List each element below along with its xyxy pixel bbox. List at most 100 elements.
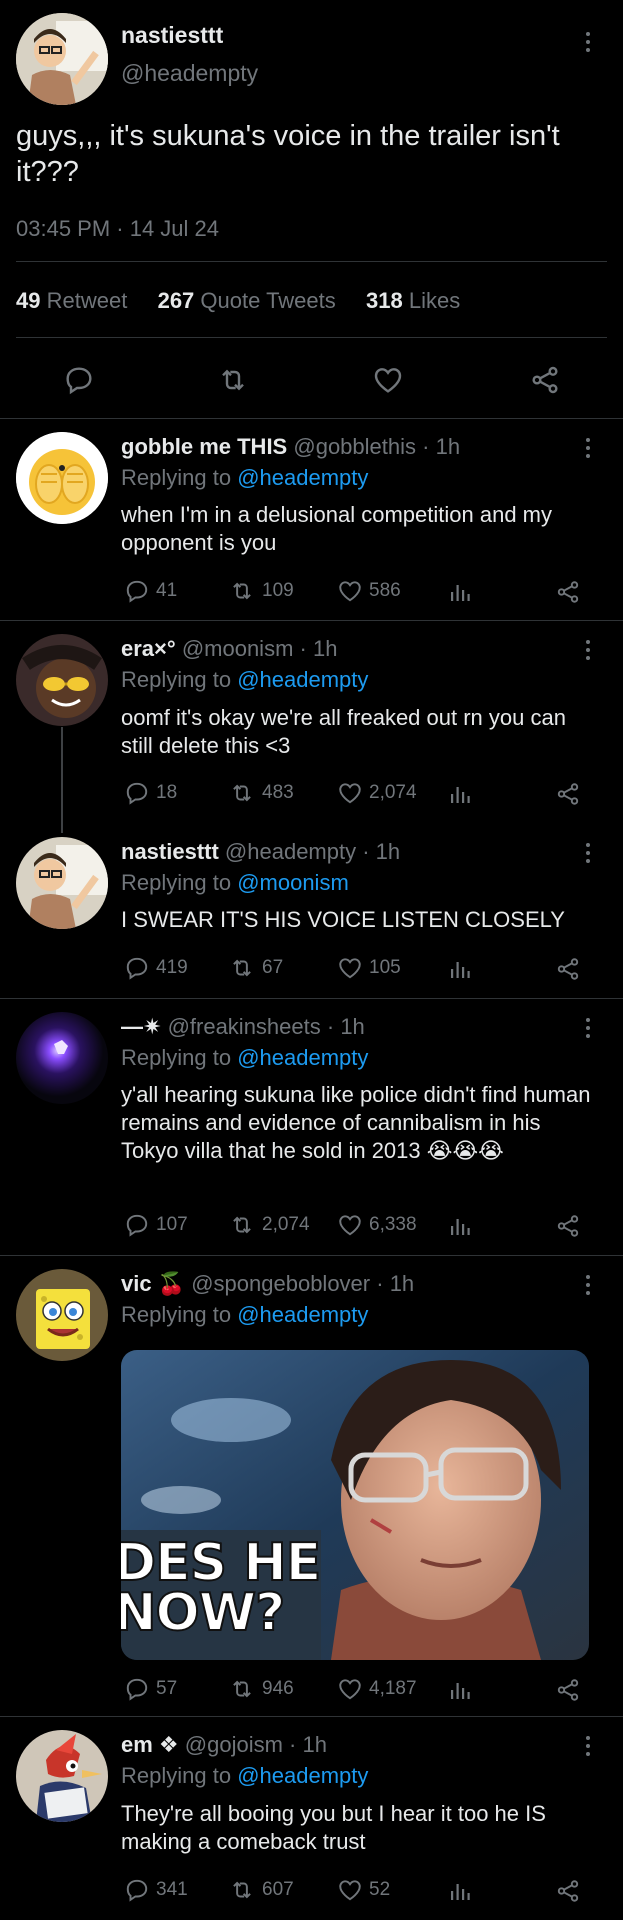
reply-display-name[interactable]: em ❖: [121, 1732, 179, 1757]
share-icon[interactable]: [529, 364, 561, 396]
retweet-count: 2,074: [262, 1214, 310, 1235]
media-caption-line1: DES HE: [121, 1533, 322, 1593]
heart-icon[interactable]: [372, 364, 404, 396]
analytics-icon[interactable]: [447, 580, 473, 604]
reply-time: · 1h: [362, 839, 401, 864]
replying-prefix: Replying to: [121, 667, 238, 692]
more-icon[interactable]: [584, 1736, 592, 1760]
heart-icon: [339, 1215, 361, 1236]
reply-handle[interactable]: @gobblethis: [293, 434, 416, 459]
retweet-icon: [233, 582, 251, 600]
retweet-count: 109: [262, 580, 294, 601]
replying-to-link[interactable]: @headempty: [237, 1302, 368, 1327]
like-count: 318: [366, 288, 403, 313]
share-icon[interactable]: [555, 579, 581, 605]
more-icon[interactable]: [584, 438, 592, 462]
like-count: 105: [369, 957, 401, 978]
share-icon[interactable]: [555, 781, 581, 807]
analytics-icon[interactable]: [447, 1214, 473, 1238]
divider: [16, 337, 607, 338]
replying-to-link[interactable]: @headempty: [237, 667, 368, 692]
main-handle[interactable]: @headempty: [121, 60, 258, 87]
reply-display-name[interactable]: era×°: [121, 636, 176, 661]
like-action[interactable]: 586: [337, 578, 401, 604]
avatar-nastiesttt[interactable]: [16, 13, 108, 105]
retweet-action[interactable]: 2,074: [228, 1212, 310, 1238]
more-icon[interactable]: [584, 1018, 592, 1042]
main-display-name[interactable]: nastiesttt: [121, 22, 223, 49]
replying-prefix: Replying to: [121, 1763, 238, 1788]
share-icon[interactable]: [555, 1878, 581, 1904]
divider: [0, 1255, 623, 1256]
reply-count: 419: [156, 957, 188, 978]
quote-stat[interactable]: 267 Quote Tweets: [158, 288, 336, 313]
more-icon[interactable]: [584, 32, 592, 56]
more-icon[interactable]: [584, 1275, 592, 1299]
like-action[interactable]: 52: [337, 1877, 390, 1903]
replying-prefix: Replying to: [121, 1045, 238, 1070]
reply-action[interactable]: 419: [124, 955, 188, 981]
analytics-icon[interactable]: [447, 1678, 473, 1702]
reply-display-name[interactable]: —✷: [121, 1014, 161, 1039]
main-timestamp[interactable]: 03:45 PM · 14 Jul 24: [16, 216, 219, 242]
analytics-icon[interactable]: [447, 1879, 473, 1903]
retweet-action[interactable]: 67: [228, 955, 283, 981]
reply-display-name[interactable]: vic 🍒: [121, 1271, 185, 1296]
avatar-freakinsheets[interactable]: [16, 1012, 108, 1104]
avatar-spongeboblover[interactable]: [16, 1269, 108, 1361]
retweet-action[interactable]: 109: [228, 578, 294, 604]
engagement-stats: 49 Retweet 267 Quote Tweets 318 Likes: [16, 288, 460, 314]
reply-handle[interactable]: @spongeboblover: [191, 1271, 370, 1296]
avatar-gobblethis[interactable]: [16, 432, 108, 524]
like-action[interactable]: 4,187: [337, 1676, 417, 1702]
replying-to-link[interactable]: @headempty: [237, 465, 368, 490]
more-icon[interactable]: [584, 640, 592, 664]
reply-icon[interactable]: [63, 364, 95, 396]
like-action[interactable]: 2,074: [337, 780, 417, 806]
like-action[interactable]: 105: [337, 955, 401, 981]
reply-handle[interactable]: @gojoism: [185, 1732, 283, 1757]
main-tweet-text-line2: it???: [16, 156, 79, 188]
media-image[interactable]: DES HE NOW?: [121, 1350, 589, 1660]
reply-handle[interactable]: @headempty: [225, 839, 356, 864]
reply-action[interactable]: 57: [124, 1676, 177, 1702]
analytics-icon[interactable]: [447, 957, 473, 981]
reply-handle[interactable]: @moonism: [182, 636, 294, 661]
retweet-action[interactable]: 607: [228, 1877, 294, 1903]
divider: [0, 418, 623, 419]
retweet-action[interactable]: 483: [228, 780, 294, 806]
analytics-icon[interactable]: [447, 782, 473, 806]
reply-text: I SWEAR IT'S HIS VOICE LISTEN CLOSELY: [121, 907, 565, 932]
avatar-nastiesttt[interactable]: [16, 837, 108, 929]
reply-count: 41: [156, 580, 178, 601]
avatar-moonism[interactable]: [16, 634, 108, 726]
likes-stat[interactable]: 318 Likes: [366, 288, 460, 313]
reply-action[interactable]: 107: [124, 1212, 188, 1238]
replying-to-link[interactable]: @moonism: [237, 870, 349, 895]
more-icon[interactable]: [584, 843, 592, 867]
like-action[interactable]: 6,338: [337, 1212, 417, 1238]
replying-prefix: Replying to: [121, 465, 238, 490]
reply-count: 107: [156, 1214, 188, 1235]
divider: [0, 998, 623, 999]
reply-display-name[interactable]: gobble me THIS: [121, 434, 287, 459]
heart-icon: [339, 783, 361, 804]
avatar-gojoism[interactable]: [16, 1730, 108, 1822]
retweet-action[interactable]: 946: [228, 1676, 294, 1702]
reply-display-name[interactable]: nastiesttt: [121, 839, 219, 864]
retweet-count: 607: [262, 1879, 294, 1900]
replying-to-link[interactable]: @headempty: [237, 1045, 368, 1070]
reply-action[interactable]: 18: [124, 780, 177, 806]
replying-to-link[interactable]: @headempty: [237, 1763, 368, 1788]
heart-icon: [339, 958, 361, 979]
share-icon[interactable]: [555, 956, 581, 982]
reply-action[interactable]: 341: [124, 1877, 188, 1903]
retweet-stat[interactable]: 49 Retweet: [16, 288, 127, 313]
retweet-count: 946: [262, 1678, 294, 1699]
quote-stat-label: Quote Tweets: [200, 288, 336, 313]
reply-action[interactable]: 41: [124, 578, 177, 604]
share-icon[interactable]: [555, 1213, 581, 1239]
retweet-icon[interactable]: [216, 364, 250, 396]
reply-handle[interactable]: @freakinsheets: [168, 1014, 321, 1039]
share-icon[interactable]: [555, 1677, 581, 1703]
